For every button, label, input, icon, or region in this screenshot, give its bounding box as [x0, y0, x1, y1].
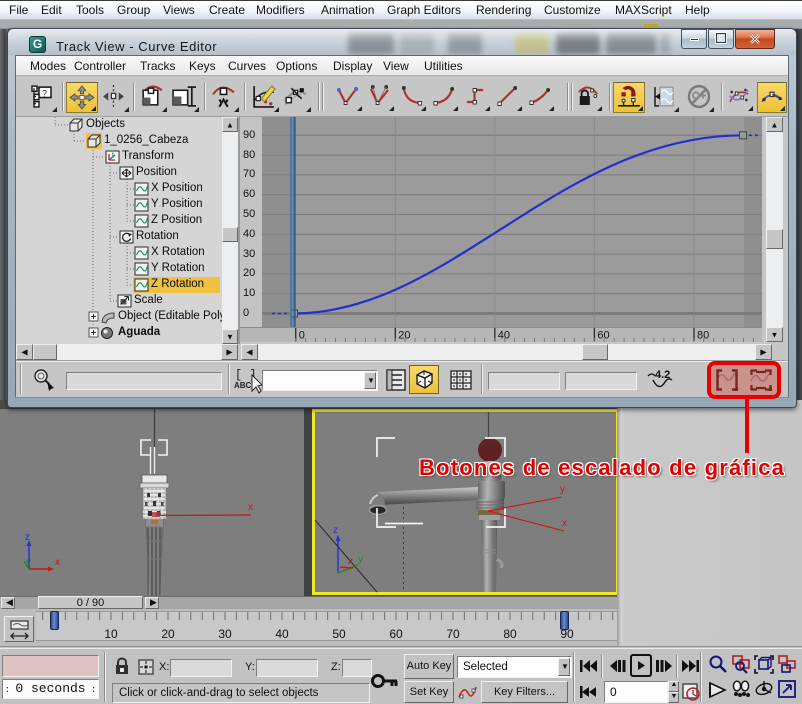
svg-text:10: 10: [104, 627, 118, 641]
svg-text:40: 40: [498, 330, 510, 342]
svg-text:0: 0: [299, 330, 305, 342]
svg-text:z: z: [25, 532, 30, 543]
svg-text:?: ?: [42, 88, 47, 98]
svg-text:y: y: [26, 557, 31, 568]
svg-text:x: x: [248, 502, 253, 513]
svg-text:30: 30: [218, 627, 232, 641]
svg-text:20: 20: [161, 627, 175, 641]
svg-text:60: 60: [597, 330, 609, 342]
svg-text:20: 20: [398, 330, 410, 342]
svg-text:x: x: [55, 557, 60, 568]
svg-text:t: t: [112, 152, 114, 159]
svg-text:z: z: [333, 525, 338, 536]
svg-text:80: 80: [697, 330, 709, 342]
svg-text:x: x: [562, 518, 567, 529]
svg-text:50: 50: [332, 627, 346, 641]
svg-text:70: 70: [446, 627, 460, 641]
svg-text:x: x: [348, 556, 353, 567]
svg-text:60: 60: [389, 627, 403, 641]
svg-text:80: 80: [503, 627, 517, 641]
svg-text:y: y: [560, 484, 565, 495]
svg-text:y: y: [358, 554, 363, 565]
svg-text:40: 40: [275, 627, 289, 641]
svg-text:ABC: ABC: [234, 381, 252, 390]
